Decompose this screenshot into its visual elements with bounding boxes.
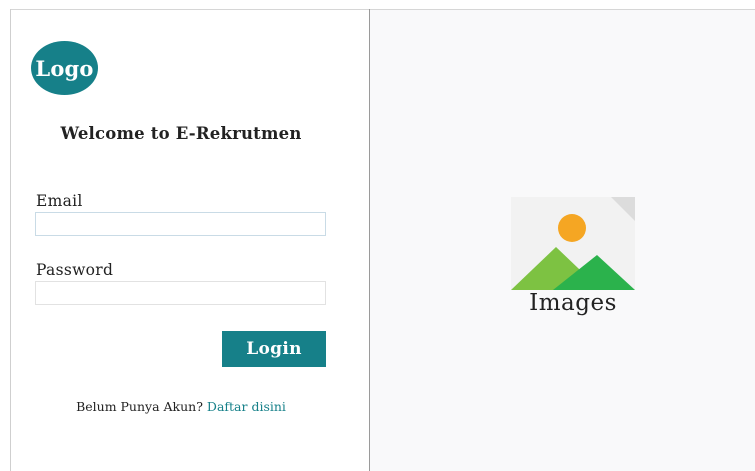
logo-text: Logo: [35, 55, 94, 81]
register-prompt-line: Belum Punya Akun? Daftar disini: [11, 399, 351, 414]
logo: Logo: [31, 41, 98, 95]
register-link[interactable]: Daftar disini: [207, 399, 286, 414]
image-panel: Images: [370, 10, 755, 471]
image-placeholder-icon: [511, 197, 635, 290]
login-button[interactable]: Login: [222, 331, 326, 367]
email-label: Email: [36, 192, 83, 210]
register-prompt-text: Belum Punya Akun?: [76, 399, 203, 414]
password-field[interactable]: [35, 281, 326, 305]
password-label: Password: [36, 261, 114, 279]
email-field[interactable]: [35, 212, 326, 236]
images-caption: Images: [529, 290, 617, 316]
welcome-heading: Welcome to E-Rekrutmen: [60, 124, 302, 143]
login-panel: Logo Welcome to E-Rekrutmen Email Passwo…: [11, 10, 369, 471]
